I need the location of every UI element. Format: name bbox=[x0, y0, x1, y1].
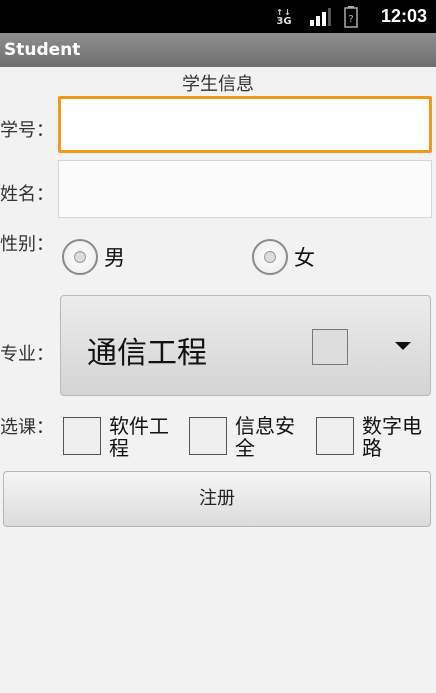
app-title: Student bbox=[4, 40, 81, 60]
gender-label: 性别： bbox=[0, 234, 54, 255]
gender-radio-male[interactable]: 男 bbox=[62, 239, 125, 275]
name-field[interactable] bbox=[58, 160, 432, 218]
major-label: 专业： bbox=[0, 344, 54, 365]
gender-option-label: 男 bbox=[104, 246, 125, 270]
course-label: 信息安 全 bbox=[235, 414, 295, 460]
checkbox-icon[interactable] bbox=[189, 417, 227, 455]
clock-time: 12:03 bbox=[380, 6, 428, 26]
radio-button-icon[interactable] bbox=[252, 239, 288, 275]
spinner-checkbox-icon bbox=[312, 329, 348, 365]
name-input[interactable] bbox=[59, 161, 431, 217]
checkbox-icon[interactable] bbox=[316, 417, 354, 455]
form-heading: 学生信息 bbox=[182, 74, 254, 95]
courses-label: 选课： bbox=[0, 417, 54, 438]
checkbox-icon[interactable] bbox=[63, 417, 101, 455]
course-checkbox-infosec[interactable]: 信息安 全 bbox=[189, 415, 295, 459]
student-id-label: 学号： bbox=[0, 120, 54, 141]
course-label: 软件工 程 bbox=[109, 414, 169, 460]
status-bar: ↑↓ 3G ? 12:03 bbox=[0, 0, 436, 33]
register-button[interactable]: 注册 bbox=[3, 471, 431, 527]
app-title-bar: Student bbox=[0, 33, 436, 67]
battery-unknown-icon: ? bbox=[344, 0, 358, 33]
name-label: 姓名： bbox=[0, 184, 54, 205]
student-id-input[interactable] bbox=[61, 99, 429, 150]
student-id-field[interactable] bbox=[58, 96, 432, 153]
course-checkbox-digital-circuits[interactable]: 数字电 路 bbox=[316, 415, 422, 459]
course-label: 数字电 路 bbox=[362, 414, 422, 460]
major-selected-value: 通信工程 bbox=[87, 336, 207, 371]
dropdown-arrow-icon[interactable] bbox=[395, 342, 411, 350]
gender-option-label: 女 bbox=[294, 246, 315, 270]
radio-button-icon[interactable] bbox=[62, 239, 98, 275]
signal-strength-icon bbox=[309, 0, 331, 33]
major-spinner[interactable]: 通信工程 bbox=[60, 295, 431, 396]
gender-radio-female[interactable]: 女 bbox=[252, 239, 315, 275]
network-3g-icon: ↑↓ 3G bbox=[276, 7, 292, 27]
svg-text:?: ? bbox=[348, 14, 353, 25]
course-checkbox-software[interactable]: 软件工 程 bbox=[63, 415, 169, 459]
